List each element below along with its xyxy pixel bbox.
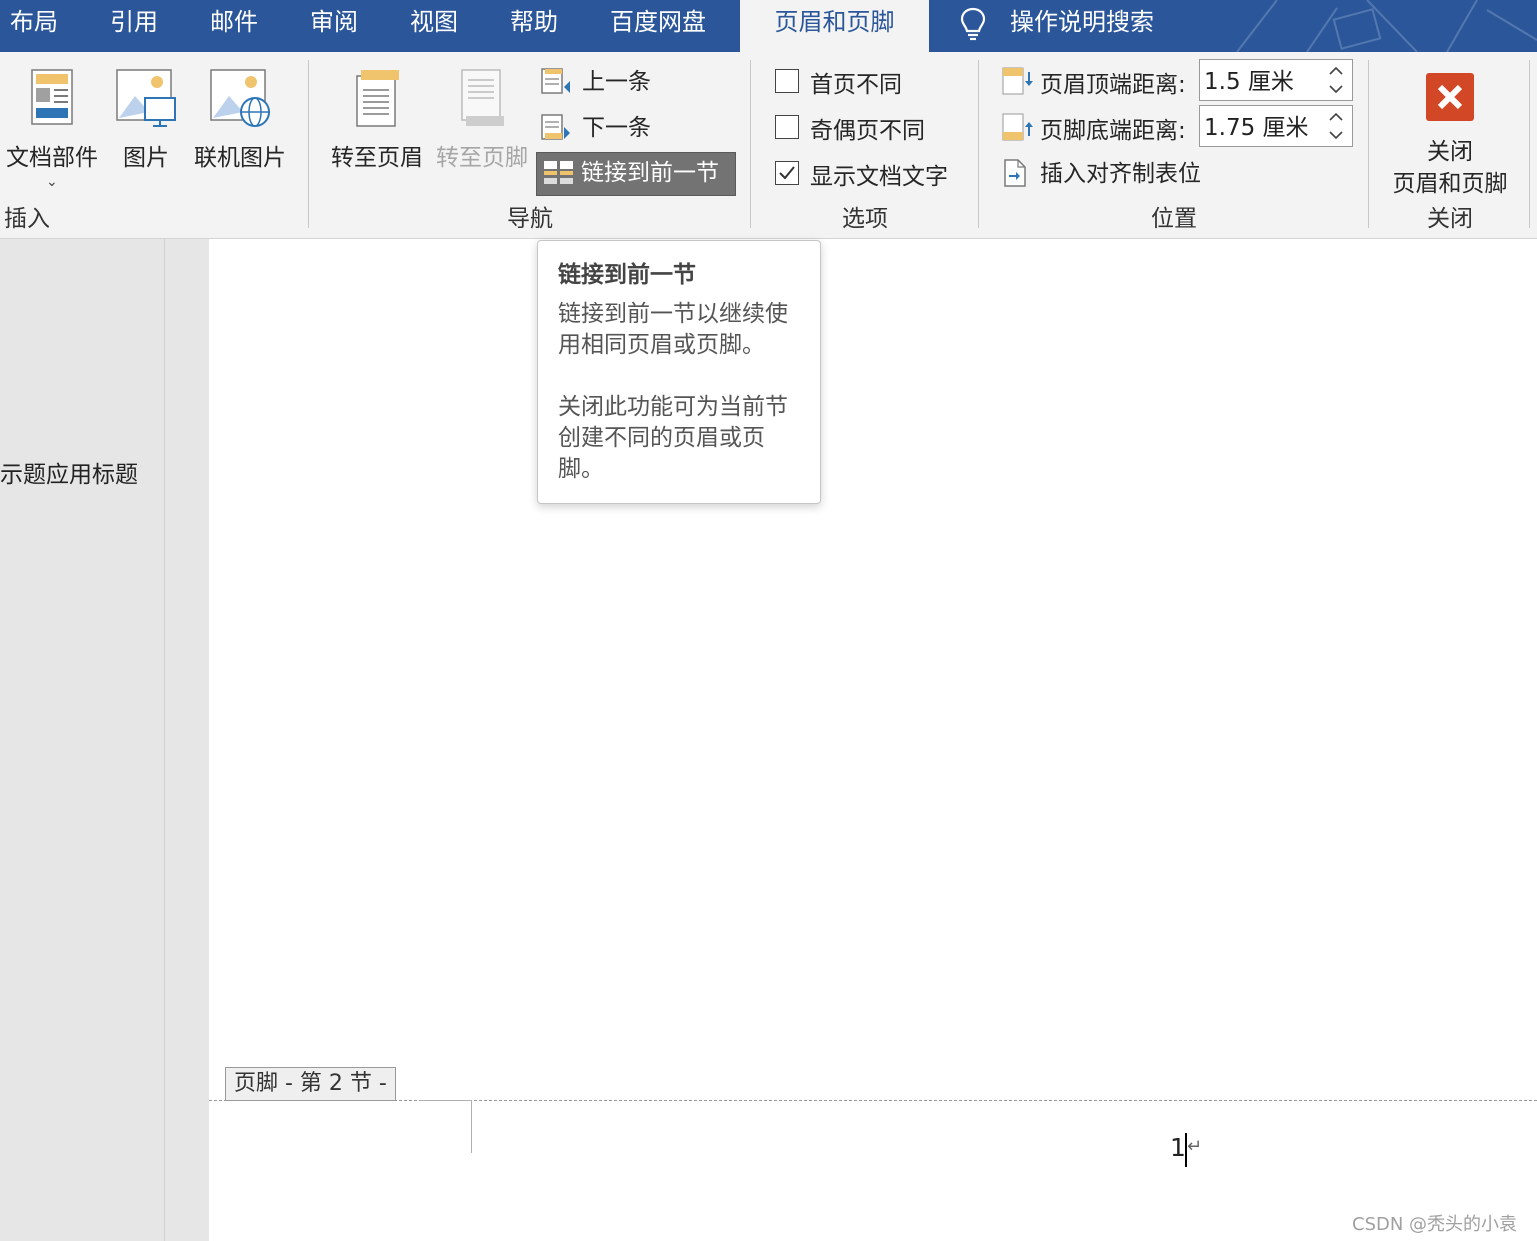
tab-help[interactable]: 帮助: [510, 0, 558, 52]
different-first-page-label[interactable]: 首页不同: [810, 65, 902, 99]
group-separator: [1529, 60, 1530, 228]
document-page[interactable]: [209, 239, 1537, 1241]
link-to-previous-label: 链接到前一节: [581, 160, 719, 186]
ribbon-tab-bar: 布局 引用 邮件 审阅 视图 帮助 百度网盘 页眉和页脚 操作说明搜索: [0, 0, 1537, 52]
footer-page-number[interactable]: 1: [1170, 1133, 1186, 1162]
tab-layout[interactable]: 布局: [10, 0, 58, 52]
tell-me-search[interactable]: 操作说明搜索: [1010, 0, 1154, 52]
spin-down-icon[interactable]: [1326, 81, 1346, 97]
online-picture-button[interactable]: 联机图片: [188, 62, 292, 192]
tab-review[interactable]: 审阅: [310, 0, 358, 52]
tab-mailings[interactable]: 邮件: [210, 0, 258, 52]
tooltip-description: 链接到前一节以继续使用相同页眉或页脚。: [558, 301, 788, 358]
goto-header-button[interactable]: 转至页眉: [324, 62, 430, 192]
insert-align-tab-label: 插入对齐制表位: [1040, 161, 1201, 187]
footer-boundary-line: [209, 1100, 1537, 1101]
header-top-distance-icon: [1002, 66, 1034, 100]
page-gutter: [164, 239, 210, 1241]
goto-footer-label: 转至页脚: [436, 145, 528, 171]
doc-parts-label: 文档部件: [6, 145, 98, 171]
tab-baidu-netdisk[interactable]: 百度网盘: [610, 0, 706, 52]
group-label-position: 位置: [1151, 206, 1197, 232]
table-border: [471, 1101, 472, 1153]
lightbulb-icon[interactable]: [958, 6, 988, 46]
align-tab-icon: [1002, 158, 1030, 201]
picture-label: 图片: [123, 145, 169, 171]
footer-bottom-distance-input[interactable]: [1204, 108, 1322, 142]
tooltip-description-detail: 关闭此功能可为当前节创建不同的页眉或页脚。: [558, 394, 788, 482]
spin-up-icon[interactable]: [1326, 63, 1346, 79]
decorative-background: [1236, 0, 1537, 52]
group-label-options: 选项: [842, 206, 888, 232]
goto-header-label: 转至页眉: [331, 145, 423, 171]
group-label-navigation: 导航: [507, 206, 553, 232]
picture-icon: [115, 68, 177, 134]
footer-bottom-distance-icon: [1002, 112, 1034, 146]
footer-section-tag: 页脚 - 第 2 节 -: [225, 1067, 396, 1101]
header-top-distance-label: 页眉顶端距离:: [1040, 72, 1186, 98]
tab-references[interactable]: 引用: [110, 0, 158, 52]
online-picture-icon: [209, 68, 271, 134]
online-picture-label: 联机图片: [194, 145, 286, 171]
table-border: [420, 1100, 472, 1101]
tab-view[interactable]: 视图: [410, 0, 458, 52]
next-button[interactable]: 下一条: [540, 108, 730, 148]
link-to-previous-icon: [543, 158, 575, 201]
show-document-text-label[interactable]: 显示文档文字: [810, 157, 948, 191]
ribbon: 文档部件 ⌄ 图片 联机图片 插入 转至页眉 转至页脚 上一条 下一条 链接到前…: [0, 52, 1537, 239]
picture-button[interactable]: 图片: [108, 62, 184, 192]
header-top-distance-input[interactable]: [1204, 62, 1322, 96]
spin-up-icon[interactable]: [1326, 109, 1346, 125]
close-header-footer-button[interactable]: 关闭 页眉和页脚: [1380, 62, 1520, 202]
group-separator: [978, 60, 979, 228]
goto-footer-icon: [458, 68, 506, 132]
goto-footer-button: 转至页脚: [430, 62, 534, 192]
group-label-insert: 插入: [4, 206, 50, 232]
header-top-distance-spinner[interactable]: [1199, 59, 1353, 101]
link-to-previous-button[interactable]: 链接到前一节: [536, 152, 736, 196]
previous-button[interactable]: 上一条: [540, 62, 730, 102]
checkmark-icon: [779, 166, 795, 180]
close-label-line1: 关闭: [1427, 139, 1473, 165]
insert-align-tab-button[interactable]: 插入对齐制表位: [1002, 154, 1222, 194]
group-separator: [750, 60, 751, 228]
paragraph-mark-icon: ↵: [1187, 1136, 1203, 1157]
different-first-page-checkbox[interactable]: [775, 69, 799, 93]
close-label-line2: 页眉和页脚: [1392, 171, 1508, 197]
navigation-pane: [0, 239, 164, 1241]
next-section-icon: [540, 113, 572, 156]
tab-header-footer[interactable]: 页眉和页脚: [740, 0, 929, 52]
previous-label: 上一条: [582, 69, 651, 95]
doc-parts-button[interactable]: 文档部件 ⌄: [0, 62, 104, 192]
group-label-close: 关闭: [1427, 206, 1473, 232]
show-document-text-checkbox[interactable]: [775, 161, 799, 185]
chevron-down-icon: ⌄: [46, 174, 58, 190]
footer-bottom-distance-label: 页脚底端距离:: [1040, 118, 1186, 144]
spin-down-icon[interactable]: [1326, 127, 1346, 143]
group-separator: [1368, 60, 1369, 228]
previous-section-icon: [540, 67, 572, 110]
different-odd-even-label[interactable]: 奇偶页不同: [810, 111, 925, 145]
different-odd-even-checkbox[interactable]: [775, 115, 799, 139]
goto-header-icon: [353, 68, 401, 132]
group-separator: [308, 60, 309, 228]
watermark: CSDN @秃头的小袁: [1352, 1214, 1518, 1235]
doc-parts-icon: [30, 68, 74, 130]
tooltip-title: 链接到前一节: [558, 262, 696, 288]
footer-bottom-distance-spinner[interactable]: [1199, 105, 1353, 147]
tooltip-link-to-previous: 链接到前一节 链接到前一节以继续使用相同页眉或页脚。 关闭此功能可为当前节创建不…: [537, 240, 821, 504]
navigation-pane-text[interactable]: 示题应用标题: [0, 455, 138, 489]
close-icon: [1425, 72, 1475, 126]
next-label: 下一条: [582, 115, 651, 141]
